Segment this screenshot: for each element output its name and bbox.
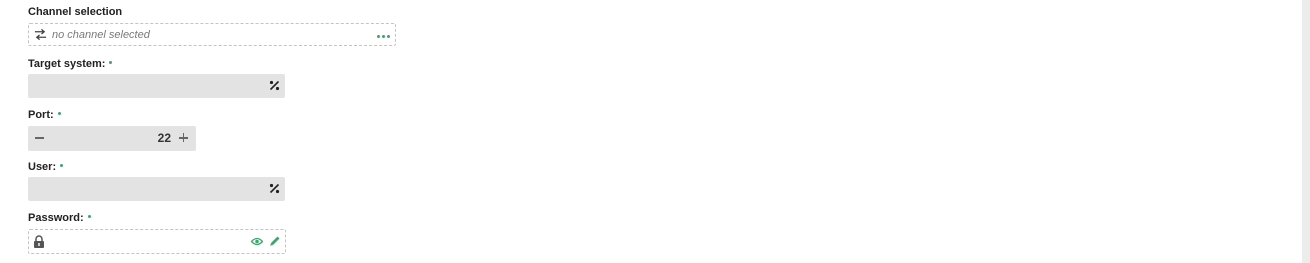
channel-selection-label: Channel selection <box>28 6 122 19</box>
scrollbar-track[interactable] <box>1302 0 1310 263</box>
user-input[interactable] <box>28 177 285 201</box>
swap-arrows-icon <box>34 28 47 41</box>
user-label-text: User: <box>28 161 57 173</box>
more-dots-icon[interactable] <box>377 29 391 41</box>
user-label: User: <box>28 161 64 174</box>
channel-selection-field[interactable]: no channel selected <box>28 23 396 46</box>
port-stepper[interactable]: 22 <box>28 126 196 151</box>
required-indicator <box>60 163 64 167</box>
pencil-icon[interactable] <box>269 235 281 247</box>
channel-placeholder: no channel selected <box>52 29 150 41</box>
required-indicator <box>57 111 61 115</box>
target-system-label: Target system: <box>28 58 113 71</box>
minus-icon[interactable] <box>33 131 47 145</box>
variable-icon[interactable] <box>269 183 280 194</box>
password-input[interactable] <box>51 233 241 250</box>
page: Channel selection no channel selected Ta… <box>0 0 1310 263</box>
port-value[interactable]: 22 <box>158 131 171 145</box>
channel-selection-label-text: Channel selection <box>28 6 123 18</box>
password-label-text: Password: <box>28 212 84 224</box>
target-system-label-text: Target system: <box>28 58 106 70</box>
port-label-text: Port: <box>28 109 54 121</box>
target-system-input[interactable] <box>28 74 285 98</box>
required-indicator <box>109 60 113 64</box>
variable-icon[interactable] <box>269 80 280 91</box>
lock-icon <box>34 235 44 248</box>
port-label: Port: <box>28 109 61 122</box>
eye-icon[interactable] <box>251 236 263 247</box>
plus-icon[interactable] <box>177 131 191 145</box>
password-label: Password: <box>28 212 91 225</box>
password-field[interactable] <box>28 229 286 254</box>
required-indicator <box>87 214 91 218</box>
